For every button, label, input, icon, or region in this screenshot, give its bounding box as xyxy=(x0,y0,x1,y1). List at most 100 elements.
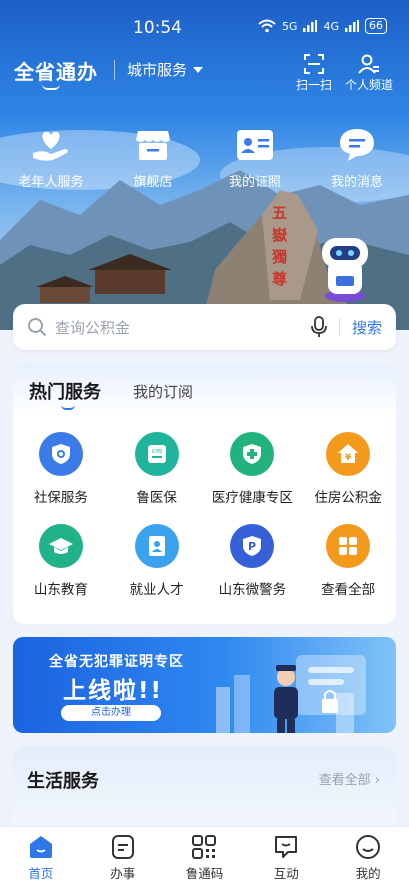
service-medical-health[interactable]: 医疗健康专区 xyxy=(205,432,301,506)
quick-action-label: 我的证照 xyxy=(228,175,281,190)
service-medical-insurance[interactable]: CHS 鲁医保 xyxy=(109,432,205,506)
tab-home[interactable]: 首页 xyxy=(0,827,82,886)
tab-tasks[interactable]: 办事 xyxy=(82,827,164,886)
quick-action-label: 旗舰店 xyxy=(133,175,173,190)
status-bar: 10:54 5G 4G 66 xyxy=(0,14,409,40)
bottom-tab-bar: 首页 办事 鲁通码 互动 我的 xyxy=(0,826,409,886)
network-4g-label: 4G xyxy=(323,19,339,33)
network-5g-label: 5G xyxy=(281,19,298,33)
service-icon-circle: CHS xyxy=(134,432,179,476)
tab-my-subscriptions[interactable]: 我的订阅 xyxy=(133,381,193,402)
service-label: 住房公积金 xyxy=(314,490,382,506)
promo-banner[interactable]: 全省无犯罪证明专区 上线啦!! 点击办理 xyxy=(13,637,396,733)
life-services-section: 生活服务 查看全部 › xyxy=(13,747,396,837)
service-icon-circle xyxy=(230,432,275,476)
svg-text:尊: 尊 xyxy=(272,270,287,288)
tasks-icon xyxy=(111,835,134,859)
quick-action-label: 老年人服务 xyxy=(18,175,84,190)
brand-smile-mark xyxy=(42,84,60,90)
service-label: 社保服务 xyxy=(33,490,88,506)
service-view-all[interactable]: 查看全部 xyxy=(300,524,396,598)
service-icon-circle xyxy=(134,524,179,568)
grid-apps-icon xyxy=(339,537,358,555)
battery-indicator: 66 xyxy=(365,18,387,34)
quick-action-store[interactable]: 旗舰店 xyxy=(102,125,204,190)
service-employment[interactable]: 就业人才 xyxy=(109,524,205,598)
house-yuan-icon: ¥ xyxy=(338,444,359,463)
signal-icon xyxy=(345,20,359,32)
tab-label: 我的 xyxy=(355,866,381,881)
services-grid: 社保服务 CHS 鲁医保 医疗健康专区 ¥ 住房公积金 山东教育 就业人才 P … xyxy=(13,432,396,598)
police-p-icon: P xyxy=(243,536,262,556)
search-bar[interactable]: 查询公积金 搜索 xyxy=(13,304,396,350)
service-education[interactable]: 山东教育 xyxy=(13,524,109,598)
scan-icon xyxy=(304,54,324,74)
personal-channel-button[interactable]: 个人频道 xyxy=(345,52,393,93)
tab-profile[interactable]: 我的 xyxy=(327,827,409,886)
service-housing-fund[interactable]: ¥ 住房公积金 xyxy=(300,432,396,506)
brand-title: 全省通办 xyxy=(14,60,98,84)
header-divider xyxy=(114,60,115,80)
banner-cta-button[interactable]: 点击办理 xyxy=(61,705,161,721)
service-label: 医疗健康专区 xyxy=(211,490,293,506)
svg-text:P: P xyxy=(248,540,256,553)
service-label: 山东微警务 xyxy=(218,582,287,598)
service-social-security[interactable]: 社保服务 xyxy=(13,432,109,506)
medical-insurance-icon: CHS xyxy=(147,445,166,463)
interaction-icon xyxy=(275,836,298,858)
microphone-icon[interactable] xyxy=(311,316,327,338)
chat-bubble-icon xyxy=(340,129,374,161)
quick-actions-row: 老年人服务 旗舰店 我的证照 我的消息 xyxy=(0,125,409,190)
scan-button[interactable]: 扫一扫 xyxy=(296,52,332,93)
status-time: 10:54 xyxy=(133,18,182,38)
tab-hot-services[interactable]: 热门服务 xyxy=(29,378,101,404)
quick-action-messages[interactable]: 我的消息 xyxy=(306,125,408,190)
id-card-icon xyxy=(237,130,273,160)
store-icon xyxy=(136,131,170,160)
city-selector[interactable]: 城市服务 xyxy=(127,59,204,80)
search-placeholder[interactable]: 查询公积金 xyxy=(55,317,311,338)
svg-text:嶽: 嶽 xyxy=(272,226,288,244)
section-title: 生活服务 xyxy=(27,771,99,792)
shield-icon xyxy=(51,444,70,464)
home-icon xyxy=(29,836,52,858)
quick-action-label: 我的消息 xyxy=(330,175,383,190)
tab-interaction[interactable]: 互动 xyxy=(245,827,327,886)
scan-label: 扫一扫 xyxy=(296,78,333,92)
hot-services-card: 热门服务 我的订阅 社保服务 CHS 鲁医保 医疗健康专区 ¥ 住房公积金 山东… xyxy=(13,364,396,624)
banner-headline: 上线啦!! xyxy=(63,678,163,704)
service-icon-circle: ¥ xyxy=(326,432,371,476)
svg-text:CHS: CHS xyxy=(151,449,161,455)
svg-text:獨: 獨 xyxy=(271,248,287,266)
signal-icon xyxy=(303,20,318,32)
employee-badge-icon xyxy=(148,536,165,556)
banner-subtitle: 全省无犯罪证明专区 xyxy=(49,654,184,670)
banner-illustration xyxy=(216,655,366,733)
personal-channel-label: 个人频道 xyxy=(345,78,394,92)
wifi-icon xyxy=(258,19,276,33)
search-button[interactable]: 搜索 xyxy=(352,317,382,338)
tab-label: 办事 xyxy=(110,866,136,881)
graduation-cap-icon xyxy=(48,538,73,554)
svg-text:¥: ¥ xyxy=(345,453,352,463)
service-label: 就业人才 xyxy=(129,582,184,598)
service-icon-circle: P xyxy=(230,524,275,568)
active-tab-indicator xyxy=(61,405,75,410)
svg-text:五: 五 xyxy=(272,204,287,222)
service-police[interactable]: P 山东微警务 xyxy=(205,524,301,598)
profile-smile-icon xyxy=(356,835,381,859)
tab-label: 首页 xyxy=(28,866,54,881)
qr-code-icon xyxy=(192,835,217,859)
search-divider xyxy=(338,318,340,336)
service-icon-circle xyxy=(38,524,83,568)
quick-action-certificates[interactable]: 我的证照 xyxy=(204,125,306,190)
service-label: 鲁医保 xyxy=(136,490,177,506)
app-header: 全省通办 城市服务 扫一扫 个人频道 xyxy=(0,50,409,94)
service-label: 山东教育 xyxy=(33,582,88,598)
quick-action-elderly[interactable]: 老年人服务 xyxy=(0,125,102,190)
caret-down-icon xyxy=(193,66,204,73)
view-all-link[interactable]: 查看全部 › xyxy=(319,769,380,788)
tab-lutong-code[interactable]: 鲁通码 xyxy=(164,827,246,886)
service-label: 查看全部 xyxy=(321,582,376,598)
medical-cross-icon xyxy=(243,444,262,464)
